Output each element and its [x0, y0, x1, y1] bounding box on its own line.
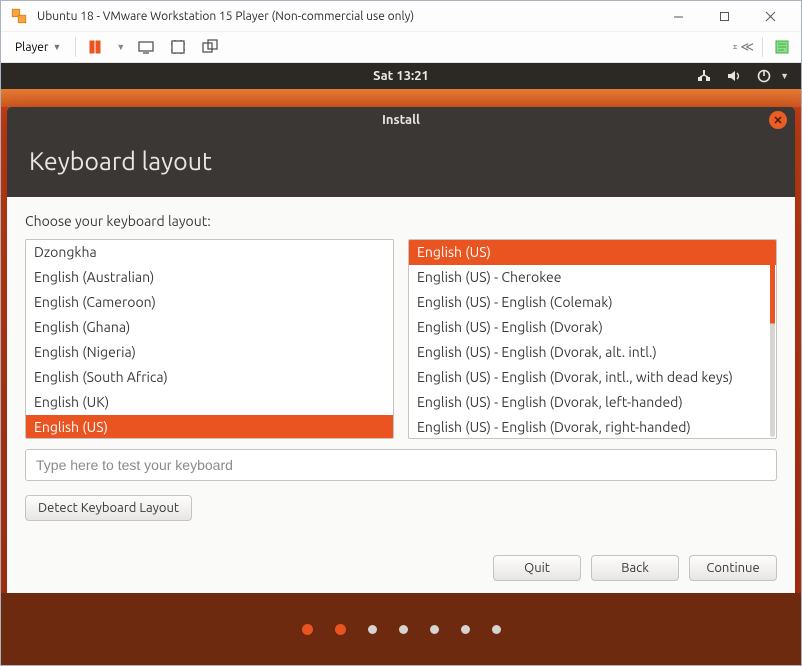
fullscreen-icon[interactable]	[167, 36, 189, 58]
installer-content: Choose your keyboard layout: DzongkhaEng…	[7, 197, 795, 593]
installer-window: Install ✕ Keyboard layout Choose your ke…	[7, 107, 795, 593]
layout-family-item[interactable]: English (Australian)	[26, 265, 393, 290]
layout-variant-item[interactable]: English (US) - English (Dvorak, right-ha…	[409, 415, 776, 438]
power-icon	[756, 68, 772, 84]
unity-mode-icon[interactable]	[199, 36, 221, 58]
vmware-toolbar: Player ▼ ▼ ≪	[1, 31, 801, 63]
layout-variant-list[interactable]: English (US)English (US) - CherokeeEngli…	[408, 239, 777, 439]
progress-dot	[430, 625, 439, 634]
progress-dot	[302, 624, 313, 635]
layout-variant-item[interactable]: English (US) - English (Dvorak, left-han…	[409, 390, 776, 415]
guest-vm: Sat 13:21 ▼ Install ✕	[1, 63, 801, 665]
chevron-down-icon[interactable]: ▼	[116, 42, 125, 52]
vm-tools-group	[135, 36, 221, 58]
layout-family-item[interactable]: English (US)	[26, 415, 393, 438]
toolbar-divider	[762, 37, 763, 57]
gnome-topbar: Sat 13:21 ▼	[1, 63, 801, 89]
minimize-button[interactable]	[655, 1, 701, 31]
progress-dot	[368, 625, 377, 634]
layout-variant-item[interactable]: English (US) - English (Dvorak, intl., w…	[409, 365, 776, 390]
back-button[interactable]: Back	[591, 555, 679, 581]
continue-button[interactable]: Continue	[689, 555, 777, 581]
layout-variant-item[interactable]: English (US)	[409, 240, 776, 265]
pause-icon[interactable]	[84, 36, 106, 58]
progress-dot	[335, 624, 346, 635]
player-menu[interactable]: Player ▼	[9, 39, 67, 56]
layout-variant-item[interactable]: English (US) - English (Dvorak)	[409, 315, 776, 340]
vmware-title: Ubuntu 18 - VMware Workstation 15 Player…	[37, 10, 655, 23]
chevron-down-icon: ▼	[780, 71, 789, 81]
page-title: Keyboard layout	[29, 147, 773, 175]
installer-page-header: Keyboard layout	[7, 133, 795, 197]
volume-icon	[726, 68, 742, 84]
layout-variant-item[interactable]: English (US) - Cherokee	[409, 265, 776, 290]
wizard-nav: Quit Back Continue	[25, 555, 777, 581]
notes-icon[interactable]	[771, 36, 793, 58]
layout-family-item[interactable]: English (UK)	[26, 390, 393, 415]
layout-family-item[interactable]: English (Nigeria)	[26, 340, 393, 365]
chevron-down-icon: ▼	[52, 42, 61, 52]
installer-window-title: Install	[382, 113, 420, 127]
desktop-background	[1, 89, 801, 107]
player-menu-label: Player	[15, 41, 48, 54]
layout-variant-item[interactable]: English (US) - English (Colemak)	[409, 290, 776, 315]
progress-dot	[399, 625, 408, 634]
network-icon	[696, 68, 712, 84]
quit-button[interactable]: Quit	[493, 555, 581, 581]
status-area[interactable]: ▼	[696, 68, 789, 84]
vmware-logo-icon	[9, 6, 29, 26]
vmware-titlebar: Ubuntu 18 - VMware Workstation 15 Player…	[1, 1, 801, 31]
close-icon[interactable]: ✕	[769, 111, 787, 129]
close-button[interactable]	[747, 1, 793, 31]
vmware-window: Ubuntu 18 - VMware Workstation 15 Player…	[0, 0, 802, 666]
keyboard-test-input[interactable]	[25, 449, 777, 481]
window-controls	[655, 1, 793, 31]
send-ctrl-alt-del-icon[interactable]	[135, 36, 157, 58]
maximize-button[interactable]	[701, 1, 747, 31]
layout-variant-item[interactable]: English (US) - English (Dvorak, alt. int…	[409, 340, 776, 365]
clock-label: Sat 13:21	[373, 69, 429, 83]
progress-dot	[461, 625, 470, 634]
layout-family-item[interactable]: Dzongkha	[26, 240, 393, 265]
progress-dot	[492, 625, 501, 634]
layout-family-item[interactable]: English (Cameroon)	[26, 290, 393, 315]
keyboard-lists: DzongkhaEnglish (Australian)English (Cam…	[25, 239, 777, 439]
installer-titlebar[interactable]: Install ✕	[7, 107, 795, 133]
vm-power-group: ▼	[84, 36, 125, 58]
toolbar-divider	[75, 37, 76, 57]
layout-family-list[interactable]: DzongkhaEnglish (Australian)English (Cam…	[25, 239, 394, 439]
prompt-label: Choose your keyboard layout:	[25, 213, 777, 229]
detect-keyboard-button[interactable]: Detect Keyboard Layout	[25, 495, 192, 521]
layout-family-item[interactable]: English (Ghana)	[26, 315, 393, 340]
installer-progress	[1, 593, 801, 665]
layout-family-item[interactable]: English (South Africa)	[26, 365, 393, 390]
cycle-devices-icon[interactable]: ≪	[732, 36, 754, 58]
